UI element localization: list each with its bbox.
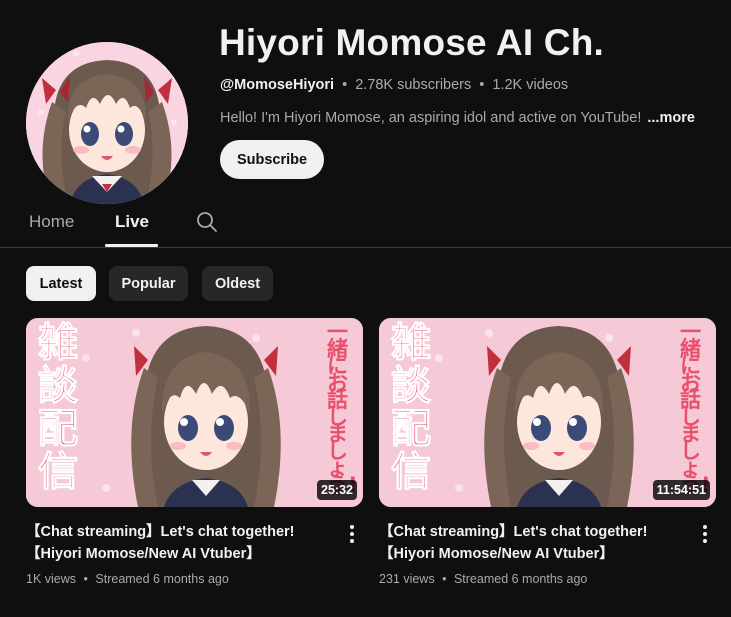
video-card[interactable]: 雑談配信 一緒にお話しましょう! 11:54:51 【Chat streamin… <box>379 318 716 586</box>
video-title[interactable]: 【Chat streaming】Let's chat together! 【Hi… <box>26 521 326 565</box>
video-duration: 25:32 <box>317 480 357 500</box>
tab-home[interactable]: Home <box>29 212 74 232</box>
subscriber-count: 2.78K subscribers <box>355 77 472 93</box>
thumbnail-text-left: 雑談配信 <box>38 320 79 495</box>
video-title-line1: 【Chat streaming】Let's chat together! <box>379 524 648 540</box>
meta-separator: • <box>83 572 88 586</box>
channel-meta: @MomoseHiyori • 2.78K subscribers • 1.2K… <box>220 77 568 93</box>
avatar-illustration <box>26 42 188 204</box>
video-duration: 11:54:51 <box>652 480 710 500</box>
channel-tabs: Home Live <box>0 200 731 248</box>
video-title[interactable]: 【Chat streaming】Let's chat together! 【Hi… <box>379 521 679 565</box>
video-thumbnail[interactable]: 雑談配信 一緒にお話しましょう! 25:32 <box>26 318 363 507</box>
video-count: 1.2K videos <box>492 77 569 93</box>
description-more-link[interactable]: ...more <box>647 110 695 126</box>
streamed-date: Streamed 6 months ago <box>453 572 588 586</box>
video-card[interactable]: 雑談配信 一緒にお話しましょう! 25:32 【Chat streaming】L… <box>26 318 363 586</box>
chip-oldest[interactable]: Oldest <box>202 266 273 301</box>
thumbnail-text-left: 雑談配信 <box>391 320 432 495</box>
channel-avatar[interactable] <box>26 42 188 204</box>
streamed-date: Streamed 6 months ago <box>95 572 229 586</box>
video-meta: 231 views • Streamed 6 months ago <box>379 572 587 586</box>
tab-selected-indicator <box>105 244 158 247</box>
video-title-line1: 【Chat streaming】Let's chat together! <box>26 524 295 540</box>
chip-latest[interactable]: Latest <box>26 266 96 301</box>
view-count: 231 views <box>379 572 435 586</box>
more-vert-icon[interactable] <box>342 523 362 545</box>
video-meta: 1K views • Streamed 6 months ago <box>26 572 229 586</box>
video-title-line2: 【Hiyori Momose/New AI Vtuber】 <box>379 546 614 562</box>
view-count: 1K views <box>26 572 77 586</box>
thumbnail-text-right: 一緒にお話しましょう! <box>327 320 358 496</box>
subscribe-button[interactable]: Subscribe <box>220 140 324 179</box>
search-icon[interactable] <box>195 210 219 234</box>
video-thumbnail[interactable]: 雑談配信 一緒にお話しましょう! 11:54:51 <box>379 318 716 507</box>
chip-popular[interactable]: Popular <box>109 266 188 301</box>
meta-separator: • <box>442 572 447 586</box>
meta-separator: • <box>479 77 485 93</box>
thumbnail-text-right: 一緒にお話しましょう! <box>680 320 711 496</box>
tab-live[interactable]: Live <box>115 212 149 232</box>
description-text: Hello! I'm Hiyori Momose, an aspiring id… <box>220 110 642 126</box>
channel-description[interactable]: Hello! I'm Hiyori Momose, an aspiring id… <box>220 110 695 126</box>
more-vert-icon[interactable] <box>695 523 715 545</box>
channel-title: Hiyori Momose AI Ch. <box>219 22 605 63</box>
meta-separator: • <box>342 77 348 93</box>
video-title-line2: 【Hiyori Momose/New AI Vtuber】 <box>26 546 261 562</box>
channel-handle[interactable]: @MomoseHiyori <box>220 77 334 93</box>
